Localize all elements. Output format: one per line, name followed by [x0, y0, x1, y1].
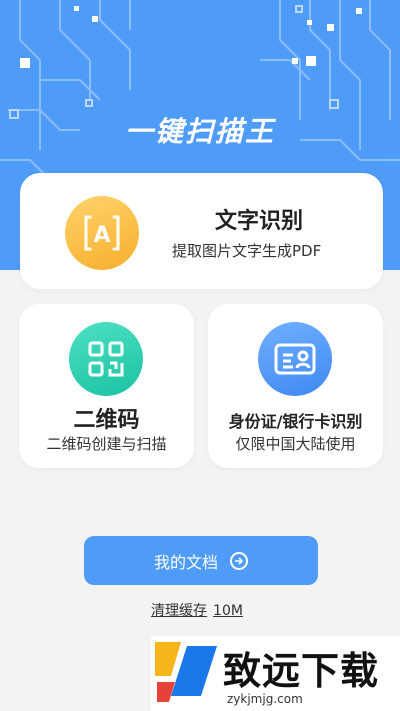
qr-code-card[interactable]: 二维码 二维码创建与扫描 — [19, 304, 194, 468]
watermark-name: 致远下载 — [223, 649, 380, 693]
my-documents-label: 我的文档 — [153, 552, 218, 572]
app-title: 一键扫描王 — [124, 115, 275, 148]
watermark: 致远下载 zykjmjg.com — [151, 636, 400, 711]
clear-cache-label: 清理缓存 — [151, 603, 208, 619]
icon-letter: A — [93, 223, 110, 248]
card-title: 文字识别 — [215, 209, 304, 234]
card-subtitle: 提取图片文字生成PDF — [172, 242, 322, 260]
card-subtitle: 仅限中国大陆使用 — [235, 435, 356, 453]
clear-cache-link[interactable]: 清理缓存 10M — [0, 600, 400, 620]
id-card-card[interactable]: 身份证/银行卡识别 仅限中国大陆使用 — [208, 304, 383, 468]
arrow-right-icon — [230, 551, 248, 570]
id-card-icon — [258, 322, 332, 396]
watermark-url: zykjmjg.com — [227, 692, 303, 706]
card-title: 身份证/银行卡识别 — [228, 412, 363, 431]
text-recognition-card[interactable]: A 文字识别 提取图片文字生成PDF — [20, 173, 383, 289]
card-subtitle: 二维码创建与扫描 — [46, 435, 167, 453]
cache-size: 10M — [213, 603, 243, 619]
watermark-logo-icon — [155, 642, 217, 702]
text-recognition-icon: A — [65, 196, 139, 270]
qr-code-icon — [69, 322, 143, 396]
card-title: 二维码 — [73, 408, 140, 433]
my-documents-button[interactable]: 我的文档 — [84, 536, 318, 585]
